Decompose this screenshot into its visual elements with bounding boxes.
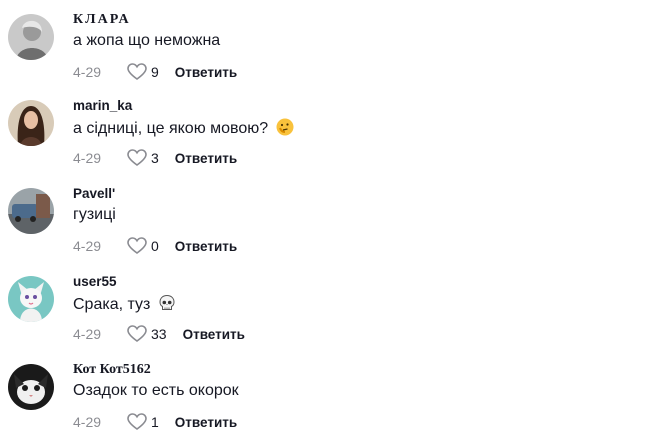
comment-meta: 4-29 1 Ответить bbox=[73, 413, 237, 431]
comment-username[interactable]: marin_ka bbox=[73, 98, 132, 113]
avatar[interactable] bbox=[8, 188, 54, 234]
comment-date: 4-29 bbox=[73, 326, 102, 342]
comment-date: 4-29 bbox=[73, 64, 102, 80]
like-count: 1 bbox=[151, 414, 159, 430]
like-count: 3 bbox=[151, 150, 159, 166]
avatar[interactable] bbox=[8, 100, 54, 146]
comment-item: Pavell' гузиці 4-29 0 Ответить bbox=[8, 186, 658, 270]
comment-item: КЛАРА а жопа що неможна 4-29 9 Ответить bbox=[8, 12, 658, 96]
comment-username[interactable]: КЛАРА bbox=[73, 12, 131, 28]
skull-emoji-icon bbox=[158, 294, 176, 312]
reply-button[interactable]: Ответить bbox=[175, 239, 237, 254]
heart-icon[interactable] bbox=[127, 325, 147, 343]
comment-text: а жопа що неможна bbox=[73, 32, 221, 49]
comment-text: а сідниці, це якою мовою? bbox=[73, 118, 294, 138]
comment-item: marin_ka а сідниці, це якою мовою? 4-29 … bbox=[8, 98, 658, 182]
comment-item: Кот Кот5162 Озадок то есть окорок 4-29 1… bbox=[8, 362, 658, 446]
reply-button[interactable]: Ответить bbox=[175, 151, 237, 166]
avatar[interactable] bbox=[8, 14, 54, 60]
comment-text: Озадок то есть окорок bbox=[73, 382, 239, 399]
like-count: 0 bbox=[151, 238, 159, 254]
heart-icon[interactable] bbox=[127, 237, 147, 255]
comment-date: 4-29 bbox=[73, 238, 102, 254]
comment-text: Срака, туз bbox=[73, 294, 176, 314]
avatar[interactable] bbox=[8, 364, 54, 410]
comment-item: user55 Срака, туз 4-29 33 Ответить bbox=[8, 274, 658, 358]
comment-date: 4-29 bbox=[73, 414, 102, 430]
comment-date: 4-29 bbox=[73, 150, 102, 166]
comment-meta: 4-29 9 Ответить bbox=[73, 63, 237, 81]
comment-username[interactable]: Кот Кот5162 bbox=[73, 362, 151, 378]
thinking-face-emoji-icon bbox=[276, 118, 294, 136]
reply-button[interactable]: Ответить bbox=[175, 415, 237, 430]
comment-meta: 4-29 3 Ответить bbox=[73, 149, 237, 167]
comment-meta: 4-29 33 Ответить bbox=[73, 325, 245, 343]
like-count: 9 bbox=[151, 64, 159, 80]
comment-meta: 4-29 0 Ответить bbox=[73, 237, 237, 255]
heart-icon[interactable] bbox=[127, 63, 147, 81]
heart-icon[interactable] bbox=[127, 149, 147, 167]
like-count: 33 bbox=[151, 326, 167, 342]
comment-username[interactable]: user55 bbox=[73, 274, 117, 289]
reply-button[interactable]: Ответить bbox=[183, 327, 245, 342]
comment-text-content: Срака, туз bbox=[73, 296, 151, 313]
avatar[interactable] bbox=[8, 276, 54, 322]
comment-text: гузиці bbox=[73, 206, 116, 223]
comment-text-content: а сідниці, це якою мовою? bbox=[73, 120, 269, 137]
comment-username[interactable]: Pavell' bbox=[73, 186, 115, 201]
reply-button[interactable]: Ответить bbox=[175, 65, 237, 80]
heart-icon[interactable] bbox=[127, 413, 147, 431]
